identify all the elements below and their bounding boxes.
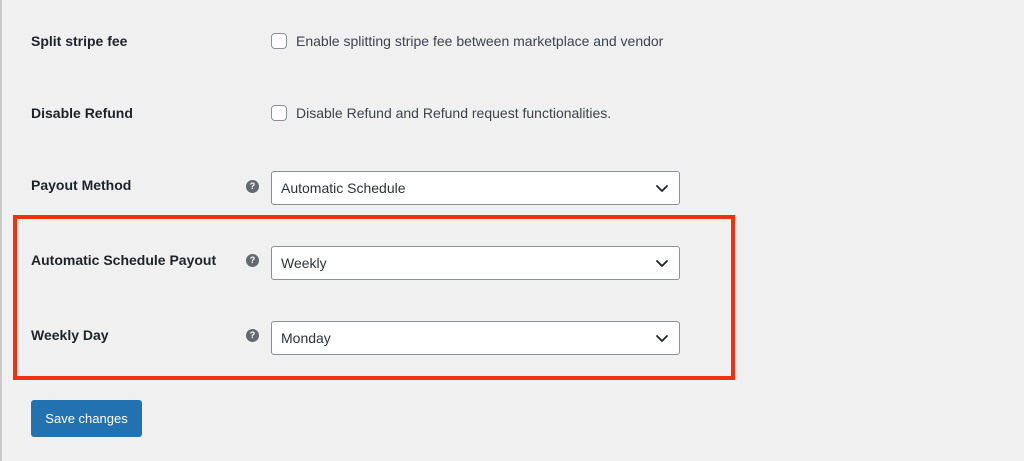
weekly-day-value: Monday [281,330,331,346]
payout-method-value: Automatic Schedule [281,180,406,196]
disable-refund-checkbox-text: Disable Refund and Refund request functi… [296,105,612,121]
split-stripe-fee-checkbox[interactable] [271,33,287,49]
split-stripe-fee-option[interactable]: Enable splitting stripe fee between mark… [271,33,663,49]
payout-method-label: Payout Method [31,177,132,193]
save-changes-button[interactable]: Save changes [31,400,142,437]
payout-method-help-icon[interactable]: ? [246,180,259,193]
automatic-schedule-payout-value: Weekly [281,255,327,271]
weekly-day-label: Weekly Day [31,327,109,343]
chevron-down-icon [656,335,668,342]
split-stripe-fee-label: Split stripe fee [31,33,128,49]
weekly-day-help-icon[interactable]: ? [246,329,259,342]
automatic-schedule-payout-label: Automatic Schedule Payout [31,252,217,268]
highlight-box [13,215,735,380]
automatic-schedule-payout-select[interactable]: Weekly [271,246,680,280]
disable-refund-checkbox[interactable] [271,105,287,121]
weekly-day-select[interactable]: Monday [271,321,680,355]
disable-refund-option[interactable]: Disable Refund and Refund request functi… [271,105,611,121]
automatic-schedule-payout-help-icon[interactable]: ? [246,254,259,267]
chevron-down-icon [656,260,668,267]
chevron-down-icon [656,185,668,192]
panel-edge [0,0,2,461]
split-stripe-fee-checkbox-text: Enable splitting stripe fee between mark… [296,33,664,49]
disable-refund-label: Disable Refund [31,105,133,121]
payout-method-select[interactable]: Automatic Schedule [271,171,680,205]
